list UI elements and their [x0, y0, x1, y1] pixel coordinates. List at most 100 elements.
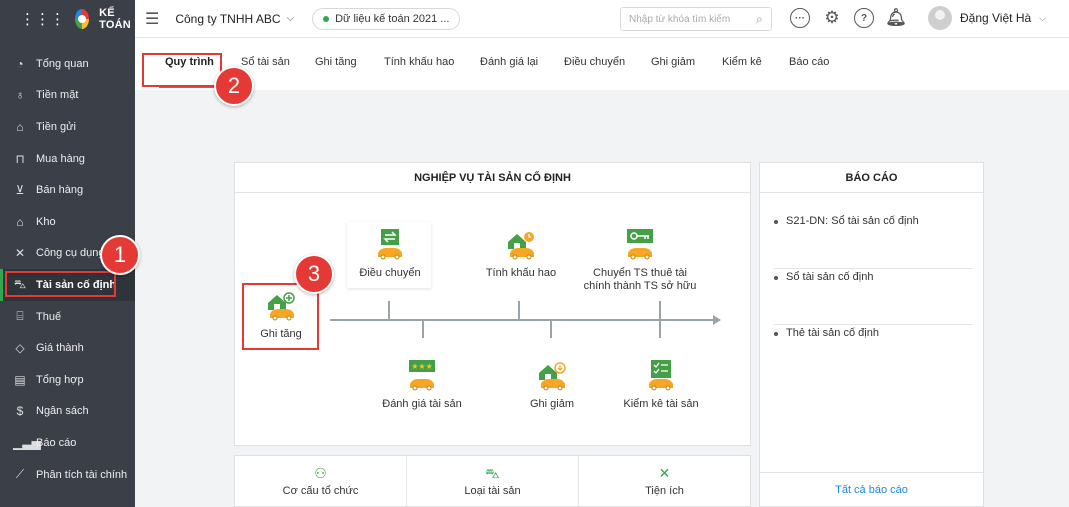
cart-icon: ⊻ — [15, 183, 25, 198]
house-car-clock-icon — [508, 232, 534, 260]
tools-icon: ✕ — [658, 464, 671, 481]
sidebar-item-kho[interactable]: ⌂ Kho — [0, 206, 135, 238]
svg-text:★★★: ★★★ — [411, 362, 433, 371]
sidebar-item-tong-hop[interactable]: ▤ Tổng hợp — [0, 364, 135, 396]
sidebar-item-label: Tổng hợp — [36, 373, 84, 386]
sidebar-item-label: Thuế — [36, 310, 62, 323]
avatar — [928, 6, 952, 30]
hamburger-menu-icon[interactable]: ☰ — [145, 9, 159, 29]
shortcut-label: Tiện ích — [645, 484, 684, 497]
shortcut-co-cau-to-chuc[interactable]: ⚇ Cơ cấu tổ chức — [235, 456, 407, 506]
brand: ⋮⋮⋮ KẾ TOÁN — [0, 0, 135, 38]
tab-tinh-khau-hao[interactable]: Tính khấu hao — [384, 56, 454, 76]
data-year-label: Dữ liệu kế toán 2021 ... — [335, 12, 450, 25]
rating-car-icon: ★★★ — [409, 360, 435, 391]
sidebar-item-tong-quan[interactable]: ◔ Tổng quan — [0, 48, 135, 80]
app-grid-icon[interactable]: ⋮⋮⋮ — [20, 10, 65, 28]
status-dot-icon — [323, 15, 330, 22]
money-bag-icon: ♁ — [15, 88, 25, 103]
report-item[interactable]: S21-DN: Sổ tài sản cố định — [774, 213, 972, 269]
company-selector[interactable]: Công ty TNHH ABC ⌵ — [175, 12, 294, 26]
sidebar-item-gia-thanh[interactable]: ◇ Giá thành — [0, 332, 135, 364]
node-kiem-ke-tai-san[interactable]: Kiểm kê tài sản — [620, 358, 702, 411]
brand-logo-icon — [75, 9, 90, 29]
node-label: Chuyển TS thuê tài chính thành TS sở hữu — [583, 267, 697, 292]
timeline-tick — [422, 320, 424, 338]
user-menu[interactable]: Đặng Việt Hà ⌵ — [928, 6, 1046, 30]
report-item[interactable]: Sổ tài sản cố định — [774, 269, 972, 325]
shortcut-label: Loại tài sản — [464, 484, 521, 497]
document-icon: ▤ — [14, 372, 26, 387]
shortcut-label: Cơ cấu tổ chức — [282, 484, 359, 497]
transfer-icon — [378, 229, 402, 260]
module-tabs: Quy trình Sổ tài sản Ghi tăng Tính khấu … — [135, 38, 1069, 90]
shortcut-loai-tai-san[interactable]: ⛍ Loại tài sản — [407, 456, 579, 506]
sidebar-item-label: Tổng quan — [36, 57, 89, 70]
more-icon[interactable]: ··· — [790, 8, 810, 28]
sidebar-item-label: Công cụ dụng — [36, 247, 105, 260]
process-title: NGHIỆP VỤ TÀI SẢN CỐ ĐỊNH — [235, 163, 750, 193]
shopping-bag-icon: ⊓ — [15, 151, 25, 166]
node-danh-gia-tai-san[interactable]: ★★★ Đánh giá tài sản — [380, 358, 464, 411]
bullet-icon — [774, 276, 778, 280]
annotation-badge-2: 2 — [214, 66, 254, 106]
tab-ghi-tang[interactable]: Ghi tăng — [315, 56, 357, 76]
tab-dieu-chuyen[interactable]: Điều chuyển — [564, 56, 625, 76]
node-chuyen-ts-thue[interactable]: Chuyển TS thuê tài chính thành TS sở hữu — [582, 227, 698, 293]
timeline-tick — [550, 320, 552, 338]
search-icon[interactable]: ⌕ — [756, 12, 763, 27]
node-dieu-chuyen[interactable]: Điều chuyển — [350, 227, 430, 280]
sidebar-item-label: Báo cáo — [36, 436, 77, 449]
timeline-arrow-icon — [713, 315, 721, 325]
sidebar-item-phan-tich[interactable]: ⟋ Phân tích tài chính — [0, 459, 135, 491]
timeline-tick — [659, 301, 661, 319]
timeline-tick — [388, 301, 390, 319]
sidebar-item-label: Bán hàng — [36, 184, 84, 197]
user-name: Đặng Việt Hà — [960, 11, 1032, 25]
report-item[interactable]: Thẻ tài sản cố định — [774, 325, 972, 381]
all-reports-link[interactable]: Tất cả báo cáo — [760, 472, 983, 506]
data-year-selector[interactable]: Dữ liệu kế toán 2021 ... — [312, 7, 461, 30]
key-car-icon — [627, 229, 653, 260]
help-icon[interactable]: ? — [854, 8, 874, 28]
top-header: ☰ Công ty TNHH ABC ⌵ Dữ liệu kế toán 202… — [135, 0, 1069, 38]
settings-icon[interactable]: ⚙ — [822, 8, 842, 28]
node-tinh-khau-hao[interactable]: Tính khấu hao — [481, 227, 561, 280]
sidebar-item-label: Ngân sách — [36, 405, 89, 418]
report-panel: BÁO CÁO S21-DN: Sổ tài sản cố định Sổ tà… — [759, 162, 984, 507]
tab-bao-cao[interactable]: Báo cáo — [789, 56, 829, 76]
bell-icon[interactable]: 🔔︎ — [885, 8, 907, 28]
report-list: S21-DN: Sổ tài sản cố định Sổ tài sản cố… — [774, 213, 972, 381]
bullet-icon — [774, 220, 778, 224]
sidebar-item-mua-hang[interactable]: ⊓ Mua hàng — [0, 143, 135, 175]
sidebar-item-label: Tiền mặt — [36, 89, 79, 102]
car-front-icon: ⛍ — [485, 464, 500, 481]
timeline-tick — [518, 301, 520, 319]
sidebar-item-ngan-sach[interactable]: $ Ngân sách — [0, 396, 135, 428]
node-label: Đánh giá tài sản — [382, 398, 462, 410]
shortcut-tien-ich[interactable]: ✕ Tiện ích — [579, 456, 750, 506]
tab-ghi-giam[interactable]: Ghi giảm — [651, 56, 695, 76]
sidebar-item-label: Tiền gửi — [36, 120, 76, 133]
sidebar-item-label: Mua hàng — [36, 152, 85, 165]
node-label: Kiểm kê tài sản — [623, 398, 699, 410]
warehouse-icon: ⌂ — [16, 214, 24, 229]
checklist-car-icon — [649, 360, 673, 391]
bottom-shortcuts: ⚇ Cơ cấu tổ chức ⛍ Loại tài sản ✕ Tiện í… — [234, 455, 751, 507]
sidebar-item-tien-mat[interactable]: ♁ Tiền mặt — [0, 80, 135, 112]
annotation-badge-1: 1 — [100, 235, 140, 275]
sidebar-item-bao-cao[interactable]: ▁▃▅ Báo cáo — [0, 427, 135, 459]
report-item-label: Sổ tài sản cố định — [786, 271, 874, 283]
tab-kiem-ke[interactable]: Kiểm kê — [722, 56, 762, 76]
node-label: Ghi giảm — [529, 398, 575, 410]
tax-icon: ⌸ — [16, 309, 24, 324]
sidebar-item-ban-hang[interactable]: ⊻ Bán hàng — [0, 174, 135, 206]
search-input[interactable] — [629, 13, 754, 25]
house-car-minus-icon — [539, 362, 566, 391]
sidebar-item-thue[interactable]: ⌸ Thuế — [0, 301, 135, 333]
sidebar-item-label: Phân tích tài chính — [36, 468, 128, 481]
sidebar-item-tien-gui[interactable]: ⌂ Tiền gửi — [0, 111, 135, 143]
tab-danh-gia-lai[interactable]: Đánh giá lại — [480, 56, 538, 76]
node-ghi-giam[interactable]: Ghi giảm — [512, 358, 592, 411]
report-title: BÁO CÁO — [760, 163, 983, 193]
